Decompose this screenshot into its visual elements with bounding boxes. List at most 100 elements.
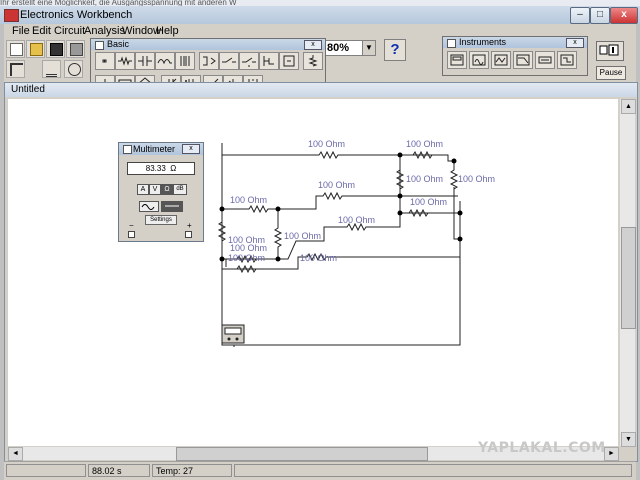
zoom-select[interactable]: 80% ▼: [324, 40, 376, 56]
relay-icon: [203, 56, 216, 66]
instruments-palette-close[interactable]: x: [566, 38, 584, 48]
horizontal-scroll-thumb[interactable]: [176, 447, 428, 461]
ammeter-mode-button[interactable]: A: [137, 184, 149, 195]
inductor-icon: [157, 59, 172, 65]
vertical-scrollbar[interactable]: ▲ ▼: [620, 99, 636, 447]
connector-button[interactable]: [95, 52, 115, 70]
multimeter-button[interactable]: [447, 51, 467, 69]
scroll-left-icon[interactable]: ◄: [8, 447, 23, 461]
circuit-canvas[interactable]: 100 Ohm 100 Ohm 100 Ohm 100 Ohm 100 Ohm 100 O…: [8, 99, 618, 446]
status-blank: [6, 464, 86, 477]
resistor[interactable]: [246, 204, 270, 214]
current-switch-button[interactable]: [279, 52, 299, 70]
pullup-resistor-button[interactable]: [303, 52, 323, 70]
capacitor-button[interactable]: [135, 52, 155, 70]
power-switch[interactable]: [596, 41, 624, 61]
logic-analyzer-button[interactable]: [557, 51, 577, 69]
resistor[interactable]: [316, 150, 340, 160]
palette-window-icon: [447, 39, 456, 48]
help-button[interactable]: ?: [384, 39, 406, 61]
title-bar: Electronics Workbench – □ x: [0, 6, 640, 24]
new-button[interactable]: [6, 40, 25, 58]
settings-button[interactable]: Settings: [145, 215, 177, 225]
scroll-up-icon[interactable]: ▲: [621, 99, 636, 114]
dc-mode-button[interactable]: [161, 201, 183, 212]
timed-switch-button[interactable]: [239, 52, 259, 70]
minimize-button[interactable]: –: [570, 7, 590, 24]
sources-button[interactable]: [64, 60, 83, 78]
wire-junction[interactable]: [397, 193, 403, 199]
wire-junction[interactable]: [219, 256, 225, 262]
timed-switch-icon: [242, 57, 256, 67]
inductor-button[interactable]: [155, 52, 175, 70]
save-button[interactable]: [46, 40, 65, 58]
power-switch-icon: [599, 44, 619, 56]
wire-junction[interactable]: [275, 256, 281, 262]
logic-analyzer-icon: [560, 54, 574, 66]
multimeter-title-bar[interactable]: Multimeter x: [119, 143, 203, 155]
multimeter-window: Multimeter x 83.33 Ω A V Ω dB Settings −…: [118, 142, 204, 242]
oscilloscope-button[interactable]: [491, 51, 511, 69]
multimeter-close[interactable]: x: [182, 144, 200, 154]
function-generator-button[interactable]: [469, 51, 489, 69]
menu-file[interactable]: File: [10, 24, 32, 38]
multimeter-reading: 83.33: [145, 164, 166, 173]
voltmeter-mode-button[interactable]: V: [149, 184, 161, 195]
palette-window-icon: [95, 41, 104, 50]
parts-bin-icon: [10, 63, 23, 76]
wire-junction[interactable]: [457, 236, 463, 242]
bode-plotter-button[interactable]: [513, 51, 533, 69]
close-button[interactable]: x: [610, 7, 638, 24]
ground-button[interactable]: [42, 60, 61, 78]
wire-junction[interactable]: [397, 210, 403, 216]
simulation-time: 88.02 s: [88, 464, 150, 477]
wire: [221, 143, 316, 156]
basic-palette-header[interactable]: Basic x: [91, 39, 325, 50]
positive-terminal[interactable]: [185, 231, 192, 238]
resistor-label: 100 Ohm: [406, 174, 443, 184]
multimeter-probe-icon[interactable]: [221, 324, 245, 344]
multimeter-title: Multimeter: [133, 144, 176, 154]
instruments-palette-title: Instruments: [459, 37, 507, 47]
ac-mode-button[interactable]: [139, 201, 159, 212]
maximize-button[interactable]: □: [590, 7, 610, 24]
transformer-button[interactable]: [175, 52, 195, 70]
resistor-label: 100 Ohm: [410, 197, 447, 207]
menu-help[interactable]: Help: [154, 24, 181, 38]
vertical-scroll-thumb[interactable]: [621, 227, 636, 329]
negative-terminal[interactable]: [128, 231, 135, 238]
scroll-down-icon[interactable]: ▼: [621, 432, 636, 447]
wire-junction[interactable]: [275, 206, 281, 212]
scroll-right-icon[interactable]: ►: [604, 447, 619, 461]
wire-junction[interactable]: [457, 210, 463, 216]
instruments-palette-header[interactable]: Instruments x: [443, 37, 587, 48]
wire-junction[interactable]: [397, 152, 403, 158]
print-button[interactable]: [66, 40, 85, 58]
parts-bin-button[interactable]: [6, 60, 25, 78]
open-button[interactable]: [26, 40, 45, 58]
status-bar: 88.02 s Temp: 27: [4, 461, 636, 480]
pause-button[interactable]: Pause: [596, 66, 626, 80]
relay-button[interactable]: [199, 52, 219, 70]
resistor-button[interactable]: [115, 52, 135, 70]
capacitor-icon: [138, 56, 152, 66]
word-generator-button[interactable]: [535, 51, 555, 69]
folder-icon: [30, 43, 43, 56]
wire-junction[interactable]: [451, 158, 457, 164]
menu-edit[interactable]: Edit: [30, 24, 53, 38]
resistor[interactable]: [273, 225, 283, 249]
decibel-mode-button[interactable]: dB: [173, 184, 187, 195]
switch-button[interactable]: [219, 52, 239, 70]
voltage-switch-button[interactable]: [259, 52, 279, 70]
wire-junction[interactable]: [219, 206, 225, 212]
switch-icon: [222, 57, 236, 63]
resistor[interactable]: [320, 191, 344, 201]
chevron-down-icon: ▼: [362, 41, 375, 55]
watermark: YAPLAKAL.COM: [478, 440, 606, 456]
basic-palette-close[interactable]: x: [304, 40, 322, 50]
document-title-bar[interactable]: Untitled: [5, 83, 637, 97]
ohmmeter-mode-button[interactable]: Ω: [161, 184, 173, 195]
negative-terminal-label: −: [129, 221, 134, 230]
circuit-diagram[interactable]: 100 Ohm 100 Ohm100 Ohm100 Ohm 100 Ohm100 O…: [8, 99, 618, 446]
resistor-label: 100 Ohm: [318, 180, 355, 190]
